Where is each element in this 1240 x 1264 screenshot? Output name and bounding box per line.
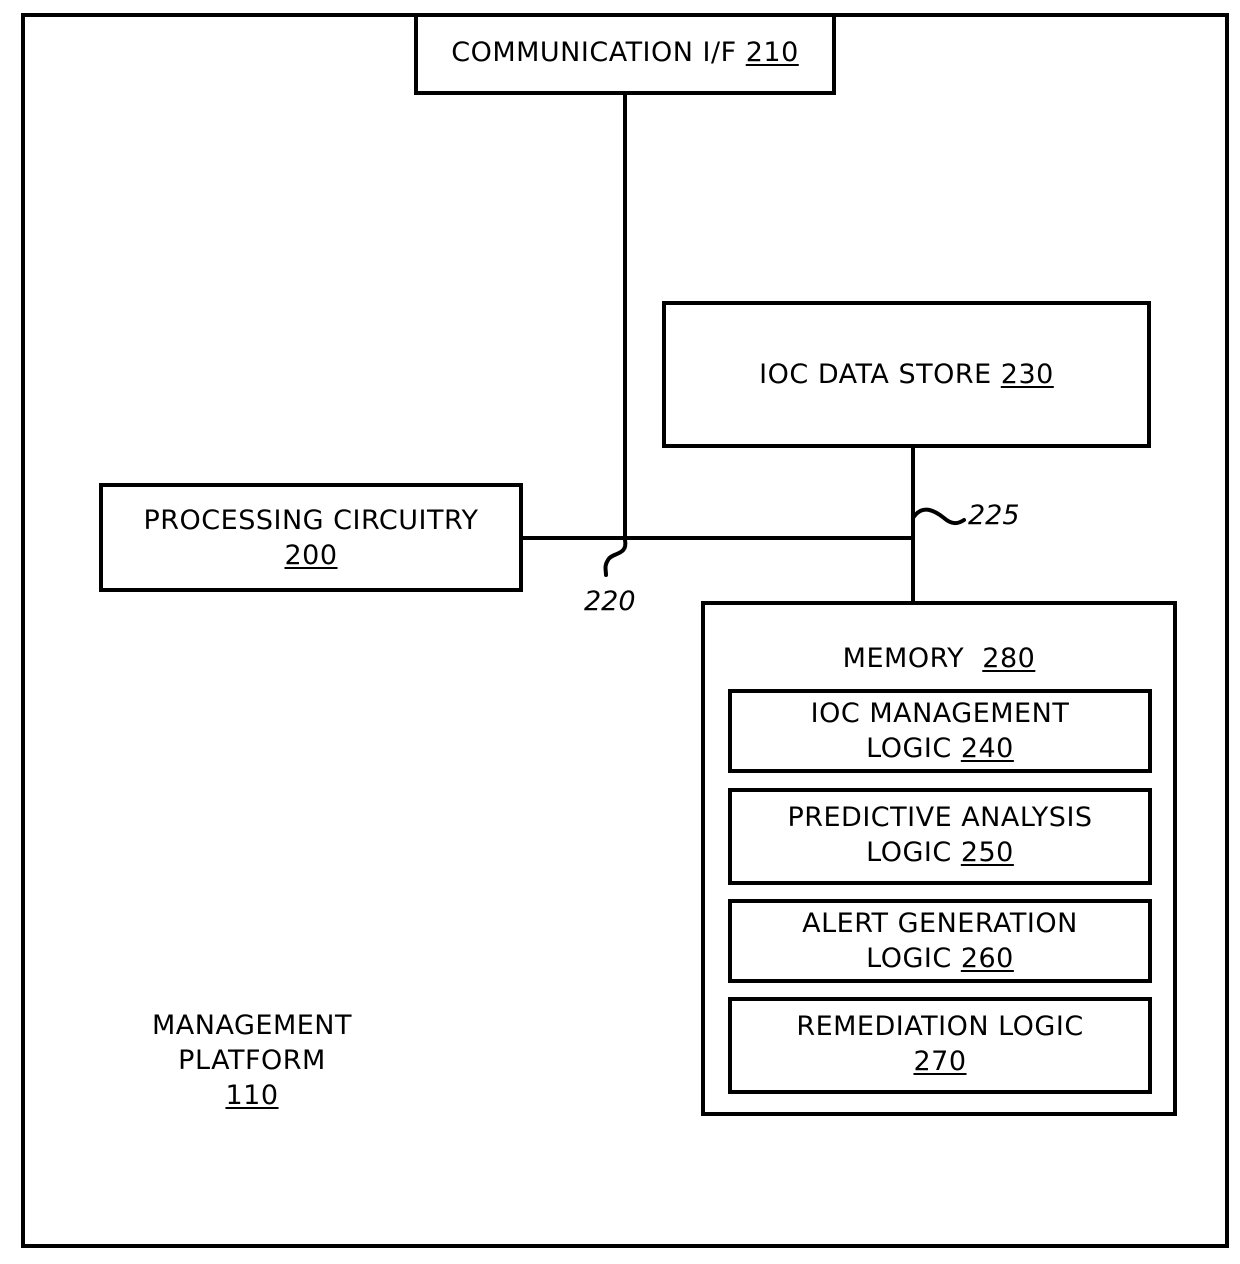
- predictive-analysis-logic-label: PREDICTIVE ANALYSIS LOGIC 250: [787, 802, 1093, 868]
- memory-label: MEMORY 280: [842, 643, 1036, 674]
- bus-220-ref: 220: [584, 586, 636, 617]
- ioc-data-store-block: IOC DATA STORE 230: [662, 301, 1151, 448]
- ioc-management-logic-ref: 240: [960, 733, 1014, 764]
- memory-ref: 280: [982, 643, 1036, 674]
- predictive-analysis-logic-ref: 250: [960, 837, 1014, 868]
- processing-circuitry-label: PROCESSING CIRCUITRY 200: [103, 503, 519, 573]
- processing-circuitry-block: PROCESSING CIRCUITRY 200: [99, 483, 523, 592]
- predictive-analysis-logic-block: PREDICTIVE ANALYSIS LOGIC 250: [728, 788, 1152, 885]
- remediation-logic-block: REMEDIATION LOGIC 270: [728, 997, 1152, 1094]
- ioc-data-store-ref: 230: [1000, 359, 1054, 390]
- alert-generation-logic-block: ALERT GENERATION LOGIC 260: [728, 899, 1152, 983]
- communication-if-block: COMMUNICATION I/F 210: [414, 13, 836, 95]
- communication-if-ref: 210: [745, 37, 799, 68]
- communication-if-label: COMMUNICATION I/F 210: [451, 37, 799, 68]
- alert-generation-logic-ref: 260: [960, 943, 1014, 974]
- ioc-management-logic-label: IOC MANAGEMENT LOGIC 240: [810, 698, 1070, 764]
- remediation-logic-label: REMEDIATION LOGIC 270: [732, 1009, 1148, 1079]
- remediation-logic-ref: 270: [913, 1046, 967, 1077]
- alert-generation-logic-label: ALERT GENERATION LOGIC 260: [802, 908, 1078, 974]
- bus-225-ref: 225: [968, 500, 1020, 531]
- processing-circuitry-ref: 200: [284, 540, 338, 571]
- management-platform-label: MANAGEMENT PLATFORM 110: [132, 1008, 372, 1113]
- memory-block: MEMORY 280 IOC MANAGEMENT LOGIC 240 PRED…: [701, 601, 1177, 1116]
- bus-225-leader: [911, 507, 966, 526]
- ioc-data-store-label: IOC DATA STORE 230: [759, 359, 1054, 390]
- bus-220-leader: [603, 538, 628, 577]
- management-platform-ref: 110: [225, 1080, 279, 1111]
- ioc-management-logic-block: IOC MANAGEMENT LOGIC 240: [728, 689, 1152, 773]
